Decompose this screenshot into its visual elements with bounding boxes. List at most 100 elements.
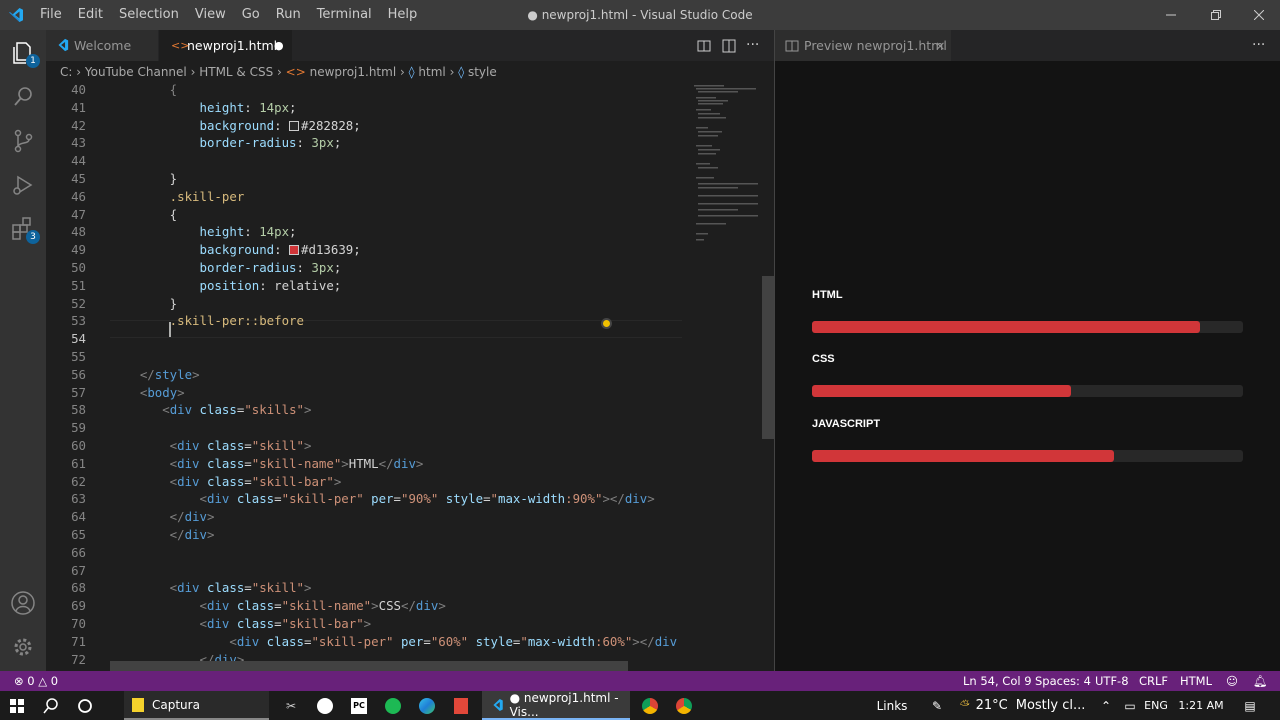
clock[interactable]: 1:21 AM xyxy=(1176,691,1226,720)
extensions-button[interactable]: 3 xyxy=(8,214,40,244)
breadcrumb-folder[interactable]: YouTube Channel xyxy=(85,65,187,79)
close-tab-icon[interactable]: × xyxy=(935,30,945,61)
network-icon[interactable]: ▭ xyxy=(1120,691,1140,720)
code-line[interactable]: 64 </div> xyxy=(46,508,686,526)
maximize-button[interactable] xyxy=(1193,0,1239,30)
accounts-button[interactable] xyxy=(8,588,38,618)
start-button[interactable] xyxy=(0,691,34,720)
horizontal-scrollbar[interactable] xyxy=(110,661,628,671)
menu-run[interactable]: Run xyxy=(268,0,309,30)
taskbar-office[interactable] xyxy=(446,691,476,720)
code-line[interactable]: 56 </style> xyxy=(46,366,686,384)
breadcrumb-style[interactable]: style xyxy=(468,65,497,79)
minimap[interactable] xyxy=(686,83,766,671)
code-line[interactable]: 44 xyxy=(46,152,686,170)
code-line[interactable]: 59 xyxy=(46,419,686,437)
code-line[interactable]: 43 border-radius: 3px; xyxy=(46,134,686,152)
code-line[interactable]: 71 <div class="skill-per" per="60%" styl… xyxy=(46,633,686,651)
code-line[interactable]: 48 height: 14px; xyxy=(46,223,686,241)
breadcrumb-file[interactable]: newproj1.html xyxy=(310,65,397,79)
code-line[interactable]: 57 <body> xyxy=(46,384,686,402)
taskbar-whatsapp[interactable] xyxy=(310,691,340,720)
code-line[interactable]: 47 { xyxy=(46,206,686,224)
code-line[interactable]: 51 position: relative; xyxy=(46,277,686,295)
cortana-button[interactable] xyxy=(70,691,100,720)
tab-newproj1[interactable]: <> newproj1.html ● xyxy=(159,30,292,61)
language-mode[interactable]: HTML xyxy=(1180,671,1212,691)
taskbar-chrome[interactable] xyxy=(635,691,665,720)
manage-button[interactable] xyxy=(8,632,38,662)
taskbar-pycharm[interactable]: PC xyxy=(344,691,374,720)
bell-icon[interactable]: 🔔︎ xyxy=(1253,671,1268,691)
code-line[interactable]: 61 <div class="skill-name">HTML</div> xyxy=(46,455,686,473)
code-line[interactable]: 66 xyxy=(46,544,686,562)
feedback-icon[interactable]: ☺ xyxy=(1226,671,1238,691)
breadcrumb-subfolder[interactable]: HTML & CSS xyxy=(199,65,273,79)
code-line[interactable]: 69 <div class="skill-name">CSS</div> xyxy=(46,597,686,615)
more-actions-icon[interactable]: ··· xyxy=(746,30,759,61)
language-indicator[interactable]: ENG xyxy=(1142,691,1170,720)
code-line[interactable]: 58 <div class="skills"> xyxy=(46,401,686,419)
links-toolbar[interactable]: Links xyxy=(872,691,912,720)
code-line[interactable]: 67 xyxy=(46,562,686,580)
taskbar-edge[interactable] xyxy=(412,691,442,720)
more-actions-icon[interactable]: ··· xyxy=(1252,30,1265,61)
line-number: 66 xyxy=(71,544,86,560)
code-line[interactable]: 55 xyxy=(46,348,686,366)
notification-icon[interactable]: ▤ xyxy=(1238,691,1262,720)
breadcrumb-html[interactable]: html xyxy=(418,65,445,79)
unsaved-dot-icon[interactable]: ● xyxy=(274,30,284,61)
code-line[interactable]: 46 .skill-per xyxy=(46,188,686,206)
explorer-button[interactable]: 1 xyxy=(8,38,40,68)
taskbar-app-1[interactable]: ✂ xyxy=(276,691,306,720)
search-view-button[interactable] xyxy=(8,82,38,112)
menu-selection[interactable]: Selection xyxy=(111,0,187,30)
code-line[interactable]: 62 <div class="skill-bar"> xyxy=(46,473,686,491)
breadcrumb-drive[interactable]: C: xyxy=(60,65,72,79)
taskbar-captura[interactable]: Captura xyxy=(124,691,269,720)
pen-icon[interactable]: ✎ xyxy=(925,691,949,720)
vertical-scrollbar[interactable] xyxy=(762,276,774,439)
menu-terminal[interactable]: Terminal xyxy=(309,0,380,30)
taskbar-vscode[interactable]: ● newproj1.html - Vis... xyxy=(482,691,630,720)
code-line[interactable]: 53 .skill-per::before xyxy=(46,312,686,330)
code-line[interactable]: 52 } xyxy=(46,295,686,313)
menu-go[interactable]: Go xyxy=(234,0,268,30)
code-line[interactable]: 65 </div> xyxy=(46,526,686,544)
code-line[interactable]: 63 <div class="skill-per" per="90%" styl… xyxy=(46,490,686,508)
code-line[interactable]: 50 border-radius: 3px; xyxy=(46,259,686,277)
open-preview-icon[interactable] xyxy=(697,39,711,53)
code-line[interactable]: 42 background: #282828; xyxy=(46,117,686,135)
run-debug-button[interactable] xyxy=(8,170,38,200)
encoding[interactable]: UTF-8 xyxy=(1095,671,1129,691)
code-line[interactable]: 49 background: #d13639; xyxy=(46,241,686,259)
tab-welcome[interactable]: Welcome xyxy=(46,30,158,61)
close-window-button[interactable] xyxy=(1236,0,1280,30)
taskbar-spotify[interactable] xyxy=(378,691,408,720)
code-line[interactable]: 68 <div class="skill"> xyxy=(46,579,686,597)
problems-indicator[interactable]: ⊗ 0 △ 0 xyxy=(14,671,58,691)
weather-widget[interactable]: ⛅︎ 21°C Mostly cl... xyxy=(960,691,1090,720)
code-line[interactable]: 60 <div class="skill"> xyxy=(46,437,686,455)
code-editor[interactable]: 40 {41 height: 14px; 42 background: #2828… xyxy=(46,83,774,671)
search-button[interactable] xyxy=(36,691,66,720)
menu-help[interactable]: Help xyxy=(380,0,426,30)
split-editor-icon[interactable] xyxy=(722,39,736,53)
end-of-line[interactable]: CRLF xyxy=(1139,671,1168,691)
chevron-up-icon[interactable]: ⌃ xyxy=(1096,691,1116,720)
indentation[interactable]: Spaces: 4 xyxy=(1035,671,1091,691)
code-line[interactable]: 45 } xyxy=(46,170,686,188)
code-line[interactable]: 41 height: 14px; xyxy=(46,99,686,117)
code-line[interactable]: 70 <div class="skill-bar"> xyxy=(46,615,686,633)
tab-preview[interactable]: Preview newproj1.html × xyxy=(775,30,951,61)
menu-edit[interactable]: Edit xyxy=(70,0,111,30)
code-line[interactable]: 40 { xyxy=(46,83,686,99)
source-control-button[interactable] xyxy=(8,126,38,156)
menu-view[interactable]: View xyxy=(187,0,234,30)
code-line[interactable]: 54 xyxy=(46,330,686,348)
taskbar-chrome-alt[interactable] xyxy=(669,691,699,720)
menu-file[interactable]: File xyxy=(32,0,70,30)
cursor-position[interactable]: Ln 54, Col 9 xyxy=(963,671,1032,691)
code-token: .skill-per xyxy=(110,188,245,204)
minimize-button[interactable] xyxy=(1148,0,1194,30)
